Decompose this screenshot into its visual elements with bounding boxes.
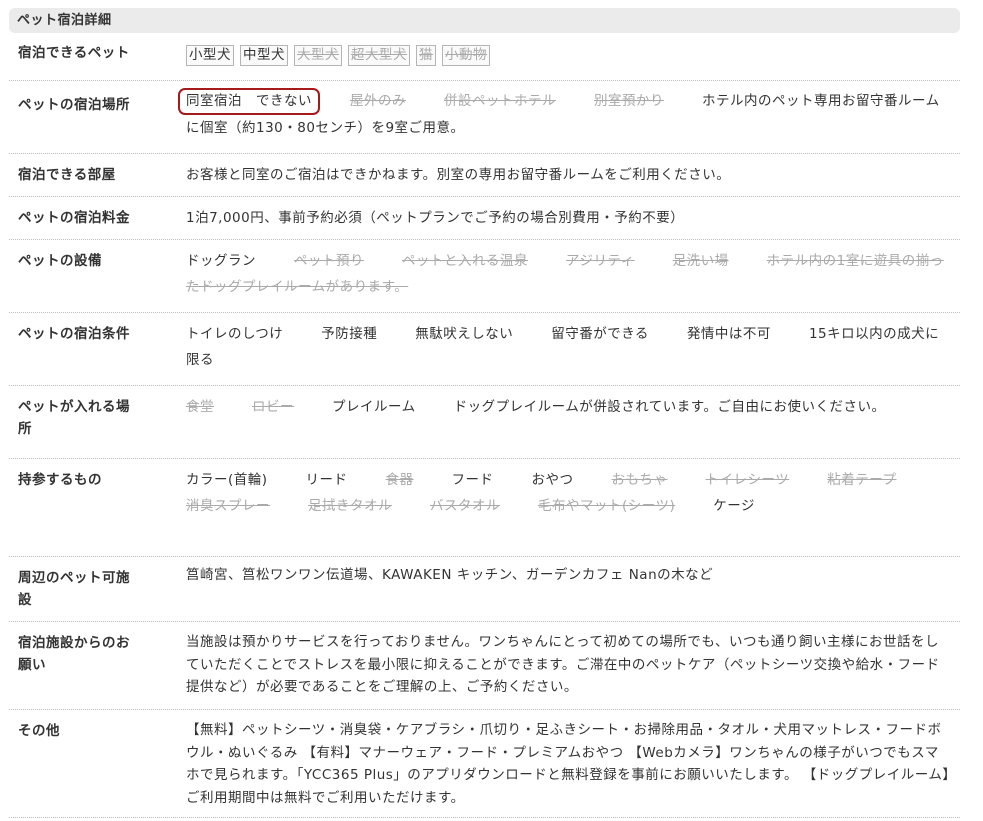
row-facilities: ペットの設備 ドッグラン ペット預り ペットと入れる温泉 アジリティ 足洗い場 ホテル内の… <box>9 240 960 313</box>
chip-medium-dog: 中型犬 <box>240 45 288 66</box>
facility-dog-run: ドッグラン <box>186 253 256 269</box>
bring-item: 毛布やマット(シーツ) <box>538 498 676 514</box>
condition-item: 留守番ができる <box>551 326 649 342</box>
area-note: ドッグプレイルームが併設されています。ご自由にお使いください。 <box>453 399 886 415</box>
row-label-line: 願い <box>18 657 46 673</box>
condition-item: 予防接種 <box>321 326 378 342</box>
facility-agility: アジリティ <box>566 253 635 269</box>
chip-small-dog: 小型犬 <box>186 45 234 66</box>
row-pets: 宿泊できるペット 小型犬 中型犬 大型犬 超大型犬猫小動物 <box>9 33 960 81</box>
row-other: その他 【無料】ペットシーツ・消臭袋・ケアブラシ・爪切り・足ふきシート・お掃除用… <box>9 710 960 818</box>
row-room: 宿泊できる部屋 お客様と同室のご宿泊はできかねます。別室の専用お留守番ルームをご… <box>9 154 960 197</box>
row-label-line: ペットが入れる場 <box>18 399 130 415</box>
other-text: 【無料】ペットシーツ・消臭袋・ケアブラシ・爪切り・足ふきシート・お掃除用品・タオ… <box>186 722 950 806</box>
row-label: ペットの宿泊場所 <box>18 97 130 113</box>
bring-item: バスタオル <box>430 498 500 514</box>
option-pet-hotel: 併設ペットホテル <box>444 93 556 109</box>
bring-item: 食器 <box>385 472 414 488</box>
row-label-line: 宿泊施設からのお <box>18 635 130 651</box>
fee-text: 1泊7,000円、事前予約必須（ペットプランでご予約の場合別費用・予約不要） <box>186 210 685 226</box>
row-label: ペットの宿泊条件 <box>18 326 130 342</box>
row-areas: ペットが入れる場 所 食堂 ロビー プレイルーム ドッグプレイルームが併設されています… <box>9 386 960 459</box>
bring-item: おやつ <box>531 472 574 488</box>
row-label: 宿泊できるペット <box>18 45 130 61</box>
row-nearby: 周辺のペット可施 設 筥崎宮、筥松ワンワン伝道場、KAWAKEN キッチン、ガー… <box>9 557 960 622</box>
option-separate-room: 別室預かり <box>594 93 664 109</box>
condition-items: トイレのしつけ 予防接種 無駄吠えしない 留守番ができる 発情中は不可 15キロ以内の成犬… <box>186 313 960 385</box>
row-label: その他 <box>18 723 60 739</box>
facility-pet-onsen: ペットと入れる温泉 <box>402 253 528 269</box>
bring-item: カラー(首輪) <box>186 472 268 488</box>
row-label: ペットの宿泊料金 <box>18 210 130 226</box>
bring-item: ケージ <box>713 498 755 514</box>
bring-item: トイレシーツ <box>705 472 790 488</box>
area-lobby: ロビー <box>252 399 294 415</box>
facility-items: ドッグラン ペット預り ペットと入れる温泉 アジリティ 足洗い場 ホテル内の1室に遊具の揃… <box>186 240 960 312</box>
row-conditions: ペットの宿泊条件 トイレのしつけ 予防接種 無駄吠えしない 留守番ができる 発情中は不可… <box>9 313 960 386</box>
area-items: 食堂 ロビー プレイルーム ドッグプレイルームが併設されています。ご自由にお使いくださ… <box>186 386 960 458</box>
row-location: ペットの宿泊場所 同室宿泊 できない 屋外のみ 併設ペットホテル 別室預かり ホテル内の… <box>9 81 960 154</box>
row-label: 周辺のペット可施 設 <box>9 557 186 621</box>
condition-item: トイレのしつけ <box>186 326 284 342</box>
facility-foot-wash: 足洗い場 <box>672 253 729 269</box>
chip-small-animal: 小動物 <box>442 45 490 66</box>
chip-cat: 猫 <box>416 45 436 66</box>
pet-type-chips: 小型犬 中型犬 大型犬 超大型犬猫小動物 <box>186 33 960 80</box>
bring-item: フード <box>451 472 494 488</box>
bring-items: カラー(首輪) リード 食器 フード おやつ おもちゃ トイレシーツ 粘着テープ消臭スプレー 足… <box>186 459 960 556</box>
bring-item: 足拭きタオル <box>308 498 392 514</box>
row-label: ペットが入れる場 所 <box>9 386 186 458</box>
nearby-text: 筥崎宮、筥松ワンワン伝道場、KAWAKEN キッチン、ガーデンカフェ Nanの木… <box>186 567 714 583</box>
row-label: 宿泊できる部屋 <box>18 167 116 183</box>
room-text: お客様と同室のご宿泊はできかねます。別室の専用お留守番ルームをご利用ください。 <box>186 167 731 183</box>
row-label: 持参するもの <box>18 472 102 488</box>
row-label-line: 所 <box>18 421 32 437</box>
section-title: ペット宿泊詳細 <box>9 8 960 33</box>
facility-pet-care: ペット預り <box>294 253 364 269</box>
row-bring: 持参するもの カラー(首輪) リード 食器 フード おやつ おもちゃ トイレシーツ 粘着テープ… <box>9 459 960 557</box>
bring-item: 消臭スプレー <box>186 498 270 514</box>
bring-item: リード <box>305 472 348 488</box>
highlighted-option: 同室宿泊 できない <box>178 88 320 115</box>
row-label-line: 周辺のペット可施 <box>18 570 130 586</box>
row-label: 宿泊施設からのお 願い <box>9 622 186 709</box>
condition-item: 無駄吠えしない <box>415 326 514 342</box>
row-fee: ペットの宿泊料金 1泊7,000円、事前予約必須（ペットプランでご予約の場合別費… <box>9 197 960 240</box>
area-dining: 食堂 <box>186 399 214 415</box>
location-options: 同室宿泊 できない 屋外のみ 併設ペットホテル 別室預かり ホテル内のペット専用お留守番… <box>178 81 960 153</box>
row-request: 宿泊施設からのお 願い 当施設は預かりサービスを行っておりません。ワンちゃんにと… <box>9 622 960 710</box>
pet-stay-details: ペット宿泊詳細 宿泊できるペット 小型犬 中型犬 大型犬 超大型犬猫小動物 ペットの宿… <box>9 8 960 818</box>
condition-item: 発情中は不可 <box>686 326 771 342</box>
row-label: ペットの設備 <box>18 253 102 269</box>
option-outdoor-only: 屋外のみ <box>350 93 406 109</box>
bring-item: おもちゃ <box>611 472 668 488</box>
request-text: 当施設は預かりサービスを行っておりません。ワンちゃんにとって初めての場所でも、い… <box>186 634 940 695</box>
chip-extra-large-dog: 超大型犬 <box>348 45 410 66</box>
bring-item: 粘着テープ <box>827 472 897 488</box>
area-playroom: プレイルーム <box>332 399 416 415</box>
chip-large-dog: 大型犬 <box>294 45 342 66</box>
row-label-line: 設 <box>18 592 32 608</box>
